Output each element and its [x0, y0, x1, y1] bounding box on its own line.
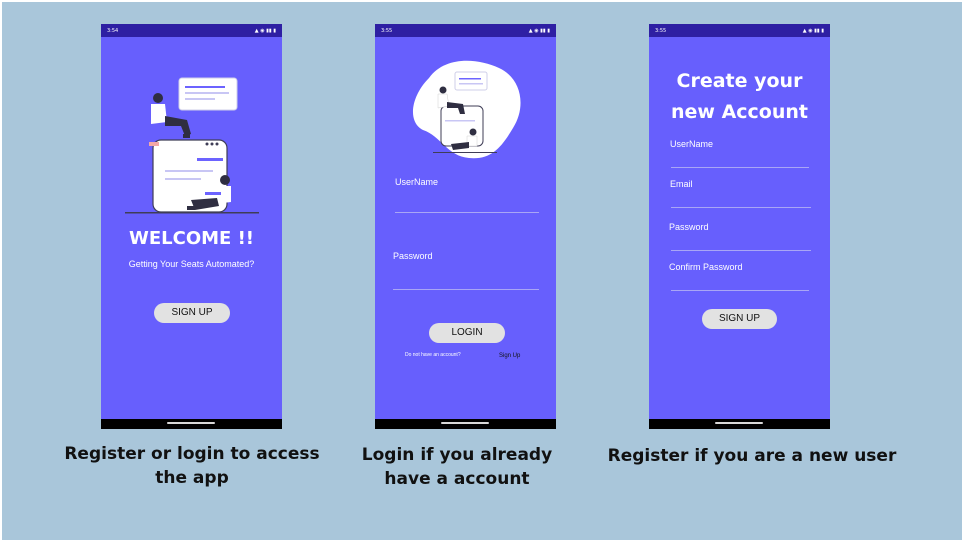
nav-bar [649, 419, 830, 429]
register-screen: 3:55 ▲ ◉ ▮▮ ▮ Create your new Account Us… [649, 24, 830, 429]
caption-register: Register if you are a new user [607, 446, 897, 466]
home-indicator[interactable] [167, 422, 215, 424]
signup-button[interactable]: SIGN UP [702, 309, 777, 329]
no-account-text: Do not have an account? [405, 352, 461, 358]
signup-link[interactable]: Sign Up [499, 353, 520, 359]
password-label: Password [393, 251, 433, 261]
caption-welcome-line1: Register or login to access [64, 444, 320, 464]
home-indicator[interactable] [441, 422, 489, 424]
register-title-line2: new Account [671, 101, 808, 123]
home-indicator[interactable] [715, 422, 763, 424]
username-label: UserName [395, 177, 439, 187]
caption-login-line1: Login if you already [361, 445, 553, 465]
caption-login-line2: have a account [384, 469, 530, 489]
welcome-screen: 3:54 ▲ ◉ ▮▮ ▮ WELCOME !! Getting Your Se… [101, 24, 282, 429]
login-button[interactable]: LOGIN [429, 323, 505, 343]
caption-welcome: Register or login to access the app [62, 442, 322, 490]
status-icons: ▲ ◉ ▮▮ ▮ [528, 27, 550, 34]
username-field[interactable] [395, 212, 539, 213]
status-bar: 3:55 ▲ ◉ ▮▮ ▮ [649, 24, 830, 37]
illustration-blob [412, 60, 521, 159]
email-label: Email [670, 179, 693, 189]
caption-welcome-line2: the app [155, 468, 229, 488]
register-title-line1: Create your [676, 70, 803, 92]
confirm-password-label: Confirm Password [669, 262, 743, 272]
signup-button[interactable]: SIGN UP [154, 303, 230, 323]
welcome-title: WELCOME !! [128, 228, 255, 249]
welcome-subtitle: Getting Your Seats Automated? [128, 259, 255, 269]
username-field[interactable] [671, 167, 809, 168]
status-bar: 3:55 ▲ ◉ ▮▮ ▮ [375, 24, 556, 37]
password-field[interactable] [671, 250, 811, 251]
status-bar: 3:54 ▲ ◉ ▮▮ ▮ [101, 24, 282, 37]
caption-login: Login if you already have a account [346, 443, 568, 491]
illustration-people-on-cards [125, 77, 259, 214]
password-field[interactable] [393, 289, 539, 290]
username-label: UserName [670, 139, 714, 149]
nav-bar [375, 419, 556, 429]
presentation-canvas: 3:54 ▲ ◉ ▮▮ ▮ WELCOME !! Getting Your Se… [2, 2, 962, 540]
confirm-password-field[interactable] [671, 290, 809, 291]
email-field[interactable] [671, 207, 811, 208]
password-label: Password [669, 222, 709, 232]
status-time: 3:55 [381, 27, 393, 34]
status-icons: ▲ ◉ ▮▮ ▮ [802, 27, 824, 34]
login-screen: 3:55 ▲ ◉ ▮▮ ▮ UserName Password LOGIN Do… [375, 24, 556, 429]
status-time: 3:54 [107, 27, 119, 34]
nav-bar [101, 419, 282, 429]
status-icons: ▲ ◉ ▮▮ ▮ [254, 27, 276, 34]
status-time: 3:55 [655, 27, 667, 34]
